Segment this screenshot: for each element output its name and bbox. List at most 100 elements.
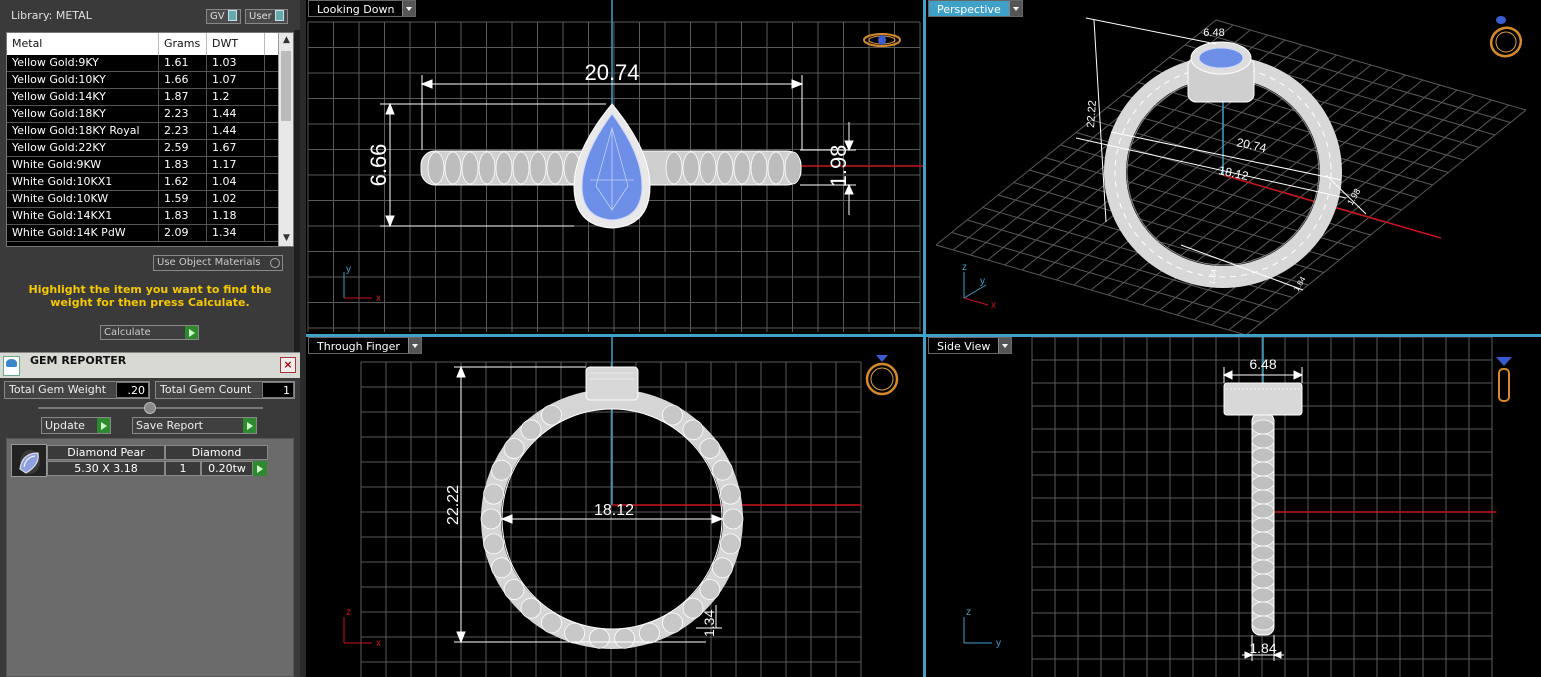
scroll-thumb[interactable] [281,51,291,121]
chevron-down-icon[interactable] [402,1,416,16]
use-object-materials-toggle[interactable]: Use Object Materials [153,255,283,271]
calculate-button[interactable]: Calculate [100,325,199,340]
viewport-name: Through Finger [317,340,400,353]
column-header[interactable]: DWT [207,33,265,55]
table-cell: Yellow Gold:9KY [7,55,159,71]
table-row[interactable]: White Gold:10KX1 1.62 1.04 [7,174,293,191]
viewport-divider-horizontal[interactable] [306,334,1541,337]
table-row[interactable]: Yellow Gold:18KY Royal 2.23 1.44 [7,123,293,140]
chevron-down-icon[interactable] [998,338,1012,353]
close-icon[interactable]: × [280,357,296,373]
table-row[interactable]: White Gold:14K PdW 2.09 1.34 [7,225,293,242]
side-view-canvas[interactable]: 6.48 1.84 z y [926,337,1541,677]
table-cell: Yellow Gold:18KY Royal [7,123,159,139]
svg-text:x: x [376,638,381,649]
table-cell: 1.17 [207,157,265,173]
metal-table[interactable]: Metal Grams DWT Yellow Gold:9KY 1.61 1.03 Y… [6,32,294,247]
svg-text:x: x [376,293,381,304]
table-cell: 1.83 [159,157,207,173]
gem-size: 5.30 X 3.18 [47,461,165,476]
total-gem-count-field[interactable]: 1 [262,382,294,398]
axis-gizmo: z y x [962,262,996,311]
viewport-name: Perspective [937,3,1001,16]
gem-reporter-title: GEM REPORTER [30,354,127,367]
table-cell: 1.59 [159,191,207,207]
slider-knob[interactable] [144,402,156,414]
table-row[interactable]: White Gold:14KX1 1.83 1.18 [7,208,293,225]
viewport-name: Looking Down [317,3,395,16]
play-icon[interactable] [97,418,110,433]
svg-text:y: y [346,264,351,275]
dimension-height: 22.22 [1085,100,1099,128]
table-cell: White Gold:10KX1 [7,174,159,190]
table-row[interactable]: Yellow Gold:18KY 2.23 1.44 [7,106,293,123]
panel-splitter[interactable] [38,402,263,414]
column-header[interactable]: Grams [159,33,207,55]
save-report-button[interactable]: Save Report [132,417,257,434]
pear-gem-icon [19,450,40,474]
table-cell: 1.18 [207,208,265,224]
table-row[interactable]: Yellow Gold:9KY 1.61 1.03 [7,55,293,72]
play-icon[interactable] [253,461,267,476]
viewport-through-finger[interactable]: 22.22 18.12 1.34 z x Through Finger [306,337,923,677]
chevron-down-icon[interactable] [407,338,421,353]
viewport-looking-down[interactable]: 20.74 6.66 1.98 y x Looking Down [306,0,923,334]
gem-thumbnail[interactable] [11,444,47,477]
axis-gizmo: z x [343,607,381,649]
chevron-down-icon[interactable] [1008,1,1022,16]
dimension-band: 1.98 [826,145,851,188]
table-row[interactable]: White Gold:10KW 1.59 1.02 [7,191,293,208]
table-cell: 2.23 [159,123,207,139]
ring-orientation-icon [865,355,899,396]
gem-list: Diamond Pear 5.30 X 3.18 Diamond 1 0.20t… [6,438,294,677]
table-cell: 1.61 [159,55,207,71]
gem-name: Diamond Pear [47,445,165,460]
dimension-side: 1.98 [1345,187,1362,207]
svg-text:y: y [980,276,985,287]
update-button[interactable]: Update [41,417,111,434]
viewport-divider-vertical[interactable] [923,0,926,677]
axis-gizmo: y x [343,264,381,304]
ring-orientation-icon [863,33,901,47]
axis-gizmo: z y [963,607,1001,649]
table-cell: White Gold:9KW [7,157,159,173]
gv-toggle[interactable]: GV [206,9,241,24]
total-gem-weight-field[interactable]: .20 [116,382,149,398]
table-scrollbar[interactable]: ▲ ▼ [278,33,293,246]
gv-label: GV [210,11,225,22]
scroll-up-icon[interactable]: ▲ [279,33,293,48]
library-title: Library: METAL [11,9,92,22]
play-icon[interactable] [243,418,256,433]
table-row[interactable]: White Gold:9KW 1.83 1.17 [7,157,293,174]
svg-text:x: x [991,300,996,311]
viewport-label-looking-down[interactable]: Looking Down [308,0,417,17]
radio-icon[interactable] [270,258,280,268]
user-toggle[interactable]: User [245,9,288,24]
table-cell: 1.62 [159,174,207,190]
viewport-label-side-view[interactable]: Side View [928,337,1013,354]
save-report-label: Save Report [136,419,203,432]
dimension-height: 22.22 [445,485,462,525]
table-header: Metal Grams DWT [7,33,293,55]
viewport-label-through-finger[interactable]: Through Finger [308,337,422,354]
table-row[interactable]: Yellow Gold:14KY 1.87 1.2 [7,89,293,106]
perspective-canvas[interactable]: 6.48 20.74 18.12 22.22 1.98 1.34 1.84 z … [926,0,1541,334]
table-cell: Yellow Gold:22KY [7,140,159,156]
table-cell: 1.04 [207,174,265,190]
table-cell: 1.34 [207,225,265,241]
looking-down-canvas[interactable]: 20.74 6.66 1.98 y x [306,0,923,334]
play-icon[interactable] [185,326,198,339]
instruction-text: Highlight the item you want to find the … [28,283,272,309]
table-cell: White Gold:14KX1 [7,208,159,224]
column-header[interactable]: Metal [7,33,159,55]
table-cell: 2.59 [159,140,207,156]
viewport-label-perspective[interactable]: Perspective [928,0,1023,17]
viewport-perspective[interactable]: 6.48 20.74 18.12 22.22 1.98 1.34 1.84 z … [926,0,1541,334]
table-cell: Yellow Gold:18KY [7,106,159,122]
table-row[interactable]: Yellow Gold:22KY 2.59 1.67 [7,140,293,157]
table-cell: 1.03 [207,55,265,71]
through-finger-canvas[interactable]: 22.22 18.12 1.34 z x [306,337,923,677]
viewport-side-view[interactable]: 6.48 1.84 z y Side View [926,337,1541,677]
table-row[interactable]: Yellow Gold:10KY 1.66 1.07 [7,72,293,89]
scroll-down-icon[interactable]: ▼ [279,231,293,246]
